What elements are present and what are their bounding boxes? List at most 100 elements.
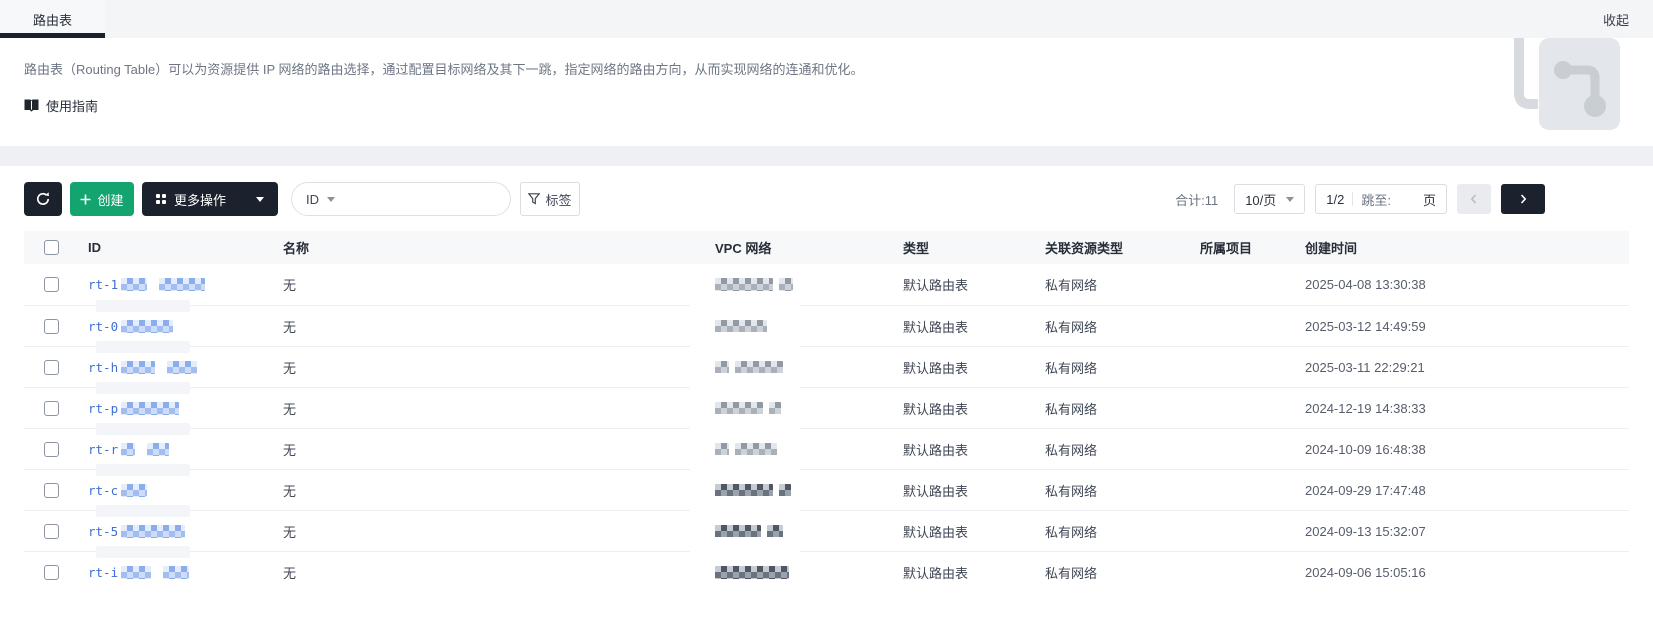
- type-cell: 默认路由表: [903, 565, 969, 581]
- total-count: 合计:11: [1175, 192, 1219, 208]
- tab-routing-table[interactable]: 路由表: [0, 0, 105, 38]
- associated-resource-cell: 私有网络: [1045, 524, 1098, 540]
- table-row: rt-h 无 默认路由表 私有网络 2025-03-11 22:29:21: [24, 346, 1629, 399]
- page-indicator: 1/2: [1326, 191, 1345, 207]
- name-cell: 无: [283, 360, 297, 376]
- type-cell: 默认路由表: [903, 524, 969, 540]
- table-row: rt-5 无 默认路由表 私有网络 2024-09-13 15:32:07: [24, 510, 1629, 563]
- tag-filter-button[interactable]: 标签: [520, 182, 580, 216]
- table-toolbar: 创建 更多操作 ID 标签 合计:11 10/页 1/2 跳至: 页: [0, 166, 1653, 231]
- search-input[interactable]: [343, 191, 496, 207]
- route-table-id-link[interactable]: rt-5: [88, 524, 186, 539]
- row-checkbox[interactable]: [44, 523, 59, 539]
- row-checkbox[interactable]: [44, 400, 59, 416]
- chevron-down-icon: [1286, 196, 1295, 202]
- refresh-icon: [36, 192, 50, 205]
- content-card: 创建 更多操作 ID 标签 合计:11 10/页 1/2 跳至: 页 ID 名称…: [0, 166, 1653, 621]
- select-all-checkbox[interactable]: [44, 240, 59, 255]
- name-cell: 无: [283, 524, 297, 540]
- associated-resource-cell: 私有网络: [1045, 483, 1098, 499]
- chevron-left-icon: [1470, 194, 1477, 204]
- next-page-button[interactable]: [1501, 184, 1545, 214]
- usage-guide-label: 使用指南: [46, 98, 99, 114]
- page-unit: 页: [1422, 192, 1436, 208]
- created-time-cell: 2024-12-19 14:38:33: [1305, 400, 1426, 416]
- name-cell: 无: [283, 319, 297, 335]
- col-header-name: 名称: [283, 241, 310, 256]
- created-time-cell: 2025-04-08 13:30:38: [1305, 277, 1426, 292]
- table-body: rt-1 无 默认路由表 私有网络 2025-04-08 13:30:38 rt…: [24, 264, 1629, 592]
- type-cell: 默认路由表: [903, 483, 969, 499]
- name-cell: 无: [283, 565, 297, 581]
- created-time-cell: 2024-09-13 15:32:07: [1305, 523, 1426, 539]
- route-table-id-link[interactable]: rt-c: [88, 483, 148, 498]
- divider: [1352, 192, 1354, 206]
- row-checkbox[interactable]: [44, 564, 59, 580]
- usage-guide-link[interactable]: 使用指南: [24, 96, 98, 115]
- jump-page-input[interactable]: [1390, 191, 1423, 207]
- name-cell: 无: [283, 278, 297, 293]
- chevron-down-icon: [327, 196, 335, 202]
- jump-label: 跳至:: [1361, 192, 1391, 208]
- prev-page-button[interactable]: [1457, 184, 1491, 214]
- table-row: rt-0 无 默认路由表 私有网络 2025-03-12 14:49:59: [24, 305, 1629, 358]
- row-checkbox[interactable]: [44, 318, 59, 334]
- row-checkbox[interactable]: [44, 441, 59, 457]
- associated-resource-cell: 私有网络: [1045, 565, 1098, 581]
- search-field-selector[interactable]: ID: [306, 192, 319, 207]
- col-header-project: 所属项目: [1200, 241, 1253, 256]
- create-button[interactable]: 创建: [70, 182, 134, 216]
- grid-icon: [156, 194, 166, 204]
- associated-resource-cell: 私有网络: [1045, 319, 1098, 335]
- row-checkbox[interactable]: [44, 277, 59, 292]
- chevron-right-icon: [1520, 194, 1527, 204]
- created-time-cell: 2025-03-12 14:49:59: [1305, 318, 1426, 334]
- type-cell: 默认路由表: [903, 278, 969, 293]
- more-actions-button[interactable]: 更多操作: [142, 182, 278, 216]
- page-size-select[interactable]: 10/页: [1234, 184, 1306, 214]
- vpc-network-cell: [715, 565, 903, 580]
- vpc-network-cell: [715, 319, 903, 334]
- funnel-icon: [528, 193, 541, 205]
- created-time-cell: 2024-09-29 17:47:48: [1305, 482, 1426, 498]
- table-row: rt-1 无 默认路由表 私有网络 2025-04-08 13:30:38: [24, 264, 1629, 317]
- route-table-id-link[interactable]: rt-r: [88, 442, 170, 457]
- vpc-network-cell: [715, 360, 903, 375]
- table-row: rt-p 无 默认路由表 私有网络 2024-12-19 14:38:33: [24, 387, 1629, 440]
- routing-watermark-graphic: [1511, 38, 1623, 146]
- page-description: 路由表（Routing Table）可以为资源提供 IP 网络的路由选择，通过配…: [24, 62, 864, 77]
- route-table-id-link[interactable]: rt-1: [88, 277, 206, 292]
- route-table-id-link[interactable]: rt-p: [88, 401, 180, 416]
- name-cell: 无: [283, 483, 297, 499]
- created-time-cell: 2025-03-11 22:29:21: [1305, 359, 1425, 375]
- pagination-controls: 合计:11 10/页 1/2 跳至: 页: [1175, 184, 1545, 214]
- created-time-cell: 2024-10-09 16:48:38: [1305, 441, 1426, 457]
- tab-bar: 路由表 收起: [0, 0, 1653, 38]
- type-cell: 默认路由表: [903, 442, 969, 458]
- route-table-id-link[interactable]: rt-i: [88, 565, 190, 580]
- collapse-link[interactable]: 收起: [1603, 0, 1629, 38]
- vpc-network-cell: [715, 483, 903, 498]
- book-icon: [24, 99, 39, 112]
- route-table-id-link[interactable]: rt-0: [88, 319, 174, 334]
- col-header-type: 类型: [903, 241, 930, 256]
- tab-label: 路由表: [32, 12, 72, 28]
- col-header-assoc: 关联资源类型: [1045, 241, 1124, 256]
- type-cell: 默认路由表: [903, 401, 969, 417]
- row-checkbox[interactable]: [44, 482, 59, 498]
- row-checkbox[interactable]: [44, 359, 59, 375]
- vpc-network-cell: [715, 401, 903, 416]
- type-cell: 默认路由表: [903, 319, 969, 335]
- table-row: rt-i 无 默认路由表 私有网络 2024-09-06 15:05:16: [24, 551, 1629, 592]
- search-box[interactable]: ID: [291, 182, 511, 216]
- vpc-network-cell: [715, 524, 903, 539]
- table-header-row: ID 名称 VPC 网络 类型 关联资源类型 所属项目 创建时间: [24, 231, 1629, 264]
- route-table-id-link[interactable]: rt-h: [88, 360, 198, 375]
- name-cell: 无: [283, 442, 297, 458]
- associated-resource-cell: 私有网络: [1045, 401, 1098, 417]
- refresh-button[interactable]: [24, 182, 62, 216]
- associated-resource-cell: 私有网络: [1045, 360, 1098, 376]
- routing-table: ID 名称 VPC 网络 类型 关联资源类型 所属项目 创建时间 rt-1 无 …: [24, 231, 1629, 592]
- vpc-network-cell: [715, 442, 903, 457]
- associated-resource-cell: 私有网络: [1045, 442, 1098, 458]
